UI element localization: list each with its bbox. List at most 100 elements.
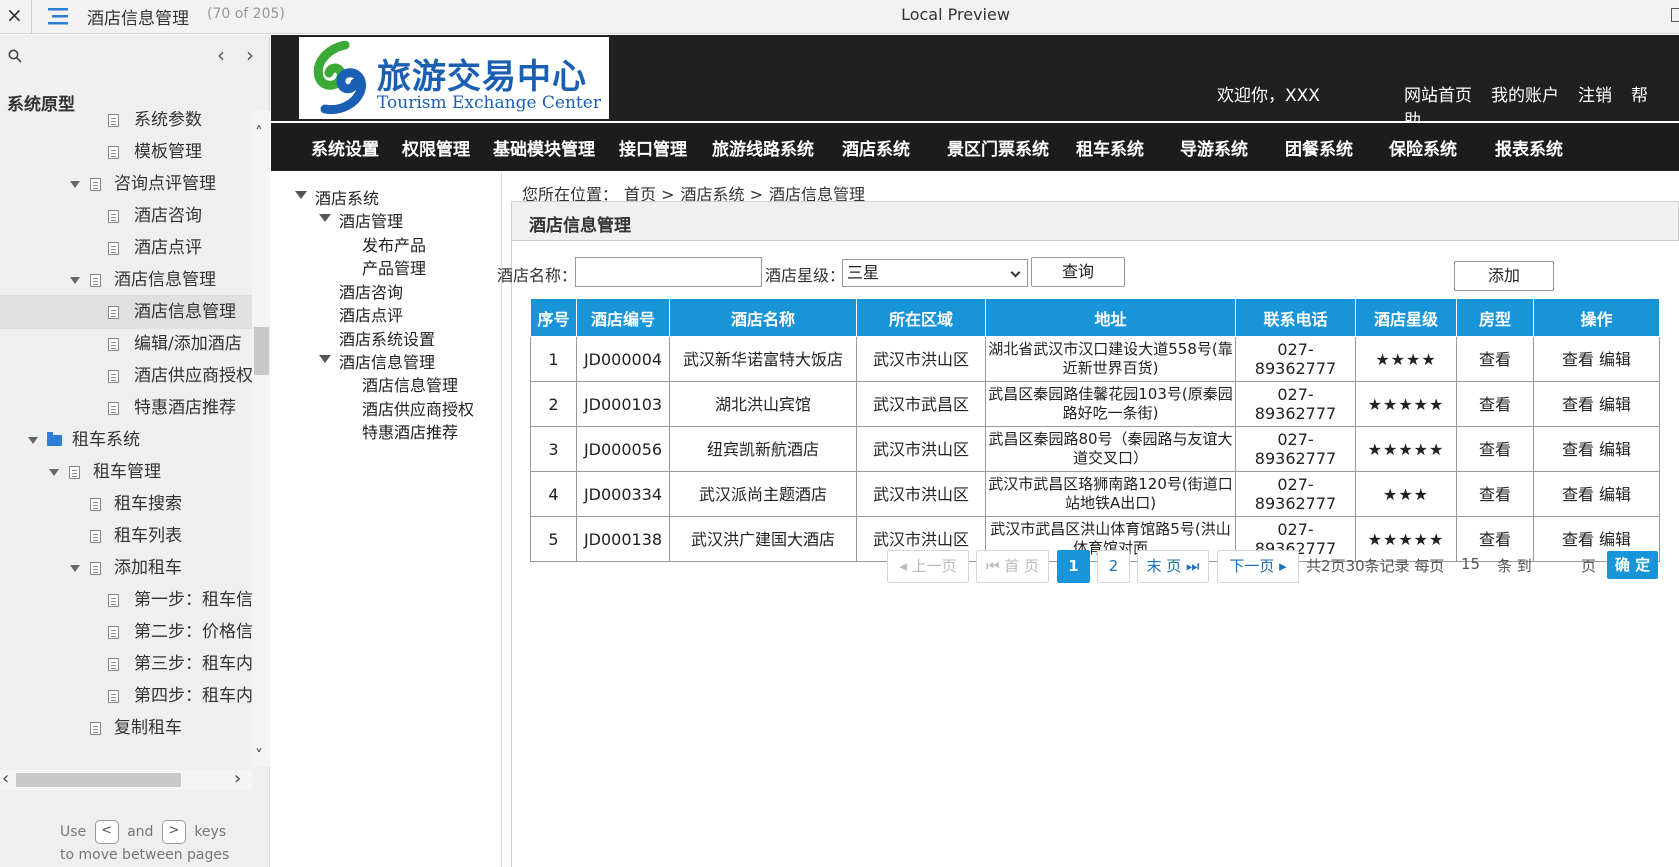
view-room-link[interactable]: 查看 bbox=[1479, 350, 1511, 369]
tree-vertical-scrollbar[interactable]: ˄ ˅ bbox=[252, 111, 270, 767]
next-page-button[interactable]: › bbox=[246, 43, 254, 67]
tree-item[interactable]: 复制租车 bbox=[0, 711, 252, 745]
tree-item[interactable]: 酒店点评 bbox=[0, 231, 252, 265]
edit-link[interactable]: 编辑 bbox=[1599, 530, 1631, 549]
tree-item[interactable]: 第三步：租车内容 bbox=[0, 647, 252, 681]
expand-arrow-icon[interactable] bbox=[319, 214, 331, 222]
view-room-link[interactable]: 查看 bbox=[1479, 485, 1511, 504]
expand-arrow-icon[interactable] bbox=[319, 355, 331, 363]
tree-hotel-management[interactable]: 酒店管理 bbox=[319, 208, 403, 232]
tree-group[interactable]: 咨询点评管理 bbox=[0, 167, 252, 201]
nav-insurance[interactable]: 保险系统 bbox=[1389, 135, 1457, 160]
pager-page-2[interactable]: 2 bbox=[1097, 550, 1130, 583]
logout-link[interactable]: 注销 bbox=[1578, 86, 1612, 106]
tree-item-label: 模板管理 bbox=[134, 142, 202, 162]
pager-next-button[interactable]: 下一页 ▸ bbox=[1217, 550, 1299, 583]
tree-folder[interactable]: 租车系统 bbox=[0, 423, 252, 457]
scrollbar-thumb[interactable] bbox=[254, 327, 269, 375]
view-link[interactable]: 查看 bbox=[1562, 440, 1594, 459]
nav-hotel-system[interactable]: 酒店系统 bbox=[842, 135, 910, 160]
view-room-link[interactable]: 查看 bbox=[1479, 530, 1511, 549]
tree-item[interactable]: 特惠酒店推荐 bbox=[0, 391, 252, 425]
logo-english-text: Tourism Exchange Center bbox=[377, 93, 601, 113]
expand-arrow-icon[interactable] bbox=[70, 277, 80, 284]
panel-toggle-icon[interactable] bbox=[1671, 8, 1679, 22]
tree-hotel-info-page[interactable]: 酒店信息管理 bbox=[362, 372, 458, 396]
view-link[interactable]: 查看 bbox=[1562, 350, 1594, 369]
tree-item[interactable]: 酒店咨询 bbox=[0, 199, 252, 233]
cell-name: 纽宾凯新航酒店 bbox=[669, 426, 857, 472]
tree-supplier-auth[interactable]: 酒店供应商授权 bbox=[362, 396, 474, 420]
scroll-down-icon[interactable]: ˅ bbox=[255, 746, 263, 765]
tree-special-hotels[interactable]: 特惠酒店推荐 bbox=[362, 419, 458, 443]
tree-hotel-review[interactable]: 酒店点评 bbox=[339, 302, 403, 326]
site-logo[interactable]: 旅游交易中心 Tourism Exchange Center bbox=[299, 37, 609, 119]
query-button[interactable]: 查询 bbox=[1031, 257, 1125, 287]
nav-reports[interactable]: 报表系统 bbox=[1495, 135, 1563, 160]
expand-arrow-icon[interactable] bbox=[49, 469, 59, 476]
hotel-star-select[interactable]: 三星 bbox=[842, 259, 1028, 287]
pager-prev-button[interactable]: ◂ 上一页 bbox=[887, 550, 969, 583]
nav-tickets[interactable]: 景区门票系统 bbox=[947, 135, 1049, 160]
tree-group[interactable]: 酒店信息管理 bbox=[0, 263, 252, 297]
nav-car-rental[interactable]: 租车系统 bbox=[1076, 135, 1144, 160]
edit-link[interactable]: 编辑 bbox=[1599, 395, 1631, 414]
edit-link[interactable]: 编辑 bbox=[1599, 485, 1631, 504]
tree-group[interactable]: 添加租车 bbox=[0, 551, 252, 585]
tree-item[interactable]: 酒店供应商授权 bbox=[0, 359, 252, 393]
tree-item-label: 第二步：价格信息 bbox=[134, 622, 252, 642]
tree-publish-product[interactable]: 发布产品 bbox=[362, 232, 426, 256]
tree-hotel-settings[interactable]: 酒店系统设置 bbox=[339, 326, 435, 350]
view-room-link[interactable]: 查看 bbox=[1479, 440, 1511, 459]
edit-link[interactable]: 编辑 bbox=[1599, 440, 1631, 459]
view-link[interactable]: 查看 bbox=[1562, 395, 1594, 414]
tree-item[interactable]: 第四步：租车内容 bbox=[0, 679, 252, 713]
account-link[interactable]: 我的账户 bbox=[1491, 86, 1559, 106]
prev-page-button[interactable]: ‹ bbox=[217, 43, 225, 67]
view-link[interactable]: 查看 bbox=[1562, 485, 1594, 504]
view-link[interactable]: 查看 bbox=[1562, 530, 1594, 549]
add-button[interactable]: 添加 bbox=[1454, 261, 1554, 291]
expand-arrow-icon[interactable] bbox=[70, 565, 80, 572]
tree-item[interactable]: 租车搜索 bbox=[0, 487, 252, 521]
nav-guides[interactable]: 导游系统 bbox=[1180, 135, 1248, 160]
scroll-right-icon[interactable]: › bbox=[234, 768, 241, 789]
view-room-link[interactable]: 查看 bbox=[1479, 395, 1511, 414]
nav-system-settings[interactable]: 系统设置 bbox=[311, 135, 379, 160]
pager-first-button[interactable]: ⏮ 首 页 bbox=[976, 550, 1049, 583]
tree-hotel-consult[interactable]: 酒店咨询 bbox=[339, 279, 403, 303]
pager-page-1[interactable]: 1 bbox=[1057, 550, 1090, 583]
nav-interfaces[interactable]: 接口管理 bbox=[619, 135, 687, 160]
scroll-up-icon[interactable]: ˄ bbox=[255, 123, 263, 142]
search-icon[interactable] bbox=[8, 49, 22, 63]
nav-tour-routes[interactable]: 旅游线路系统 bbox=[712, 135, 814, 160]
scrollbar-thumb[interactable] bbox=[16, 773, 181, 787]
cell-no: 5 bbox=[530, 516, 577, 562]
tree-root-hotel-system[interactable]: 酒店系统 bbox=[295, 185, 379, 209]
tree-item[interactable]: 第二步：价格信息 bbox=[0, 615, 252, 649]
pager-confirm-button[interactable]: 确 定 bbox=[1607, 551, 1658, 579]
per-page-input[interactable]: 15 bbox=[1461, 555, 1480, 573]
edit-link[interactable]: 编辑 bbox=[1599, 350, 1631, 369]
tree-group[interactable]: 租车管理 bbox=[0, 455, 252, 489]
tree-hotel-info-group[interactable]: 酒店信息管理 bbox=[319, 349, 435, 373]
scroll-left-icon[interactable]: ‹ bbox=[2, 768, 9, 789]
tree-item[interactable]: 第一步：租车信息 bbox=[0, 583, 252, 617]
nav-group-meals[interactable]: 团餐系统 bbox=[1285, 135, 1353, 160]
tree-product-management[interactable]: 产品管理 bbox=[362, 255, 426, 279]
tree-item[interactable]: 模板管理 bbox=[0, 135, 252, 169]
hotel-name-input[interactable] bbox=[575, 257, 762, 287]
tree-item[interactable]: 租车列表 bbox=[0, 519, 252, 553]
expand-arrow-icon[interactable] bbox=[70, 181, 80, 188]
expand-arrow-icon[interactable] bbox=[295, 191, 307, 199]
home-link[interactable]: 网站首页 bbox=[1404, 86, 1472, 106]
tree-horizontal-scrollbar[interactable]: ‹ › bbox=[0, 768, 252, 790]
expand-arrow-icon[interactable] bbox=[28, 437, 38, 444]
tree-item-selected[interactable]: 酒店信息管理 bbox=[0, 295, 252, 329]
pager-last-button[interactable]: 末 页 ⏭ bbox=[1137, 550, 1209, 583]
nav-permissions[interactable]: 权限管理 bbox=[402, 135, 470, 160]
cell-no: 1 bbox=[530, 336, 577, 382]
tree-item[interactable]: 系统参数 bbox=[0, 111, 252, 137]
tree-item[interactable]: 编辑/添加酒店 bbox=[0, 327, 252, 361]
nav-base-modules[interactable]: 基础模块管理 bbox=[493, 135, 595, 160]
